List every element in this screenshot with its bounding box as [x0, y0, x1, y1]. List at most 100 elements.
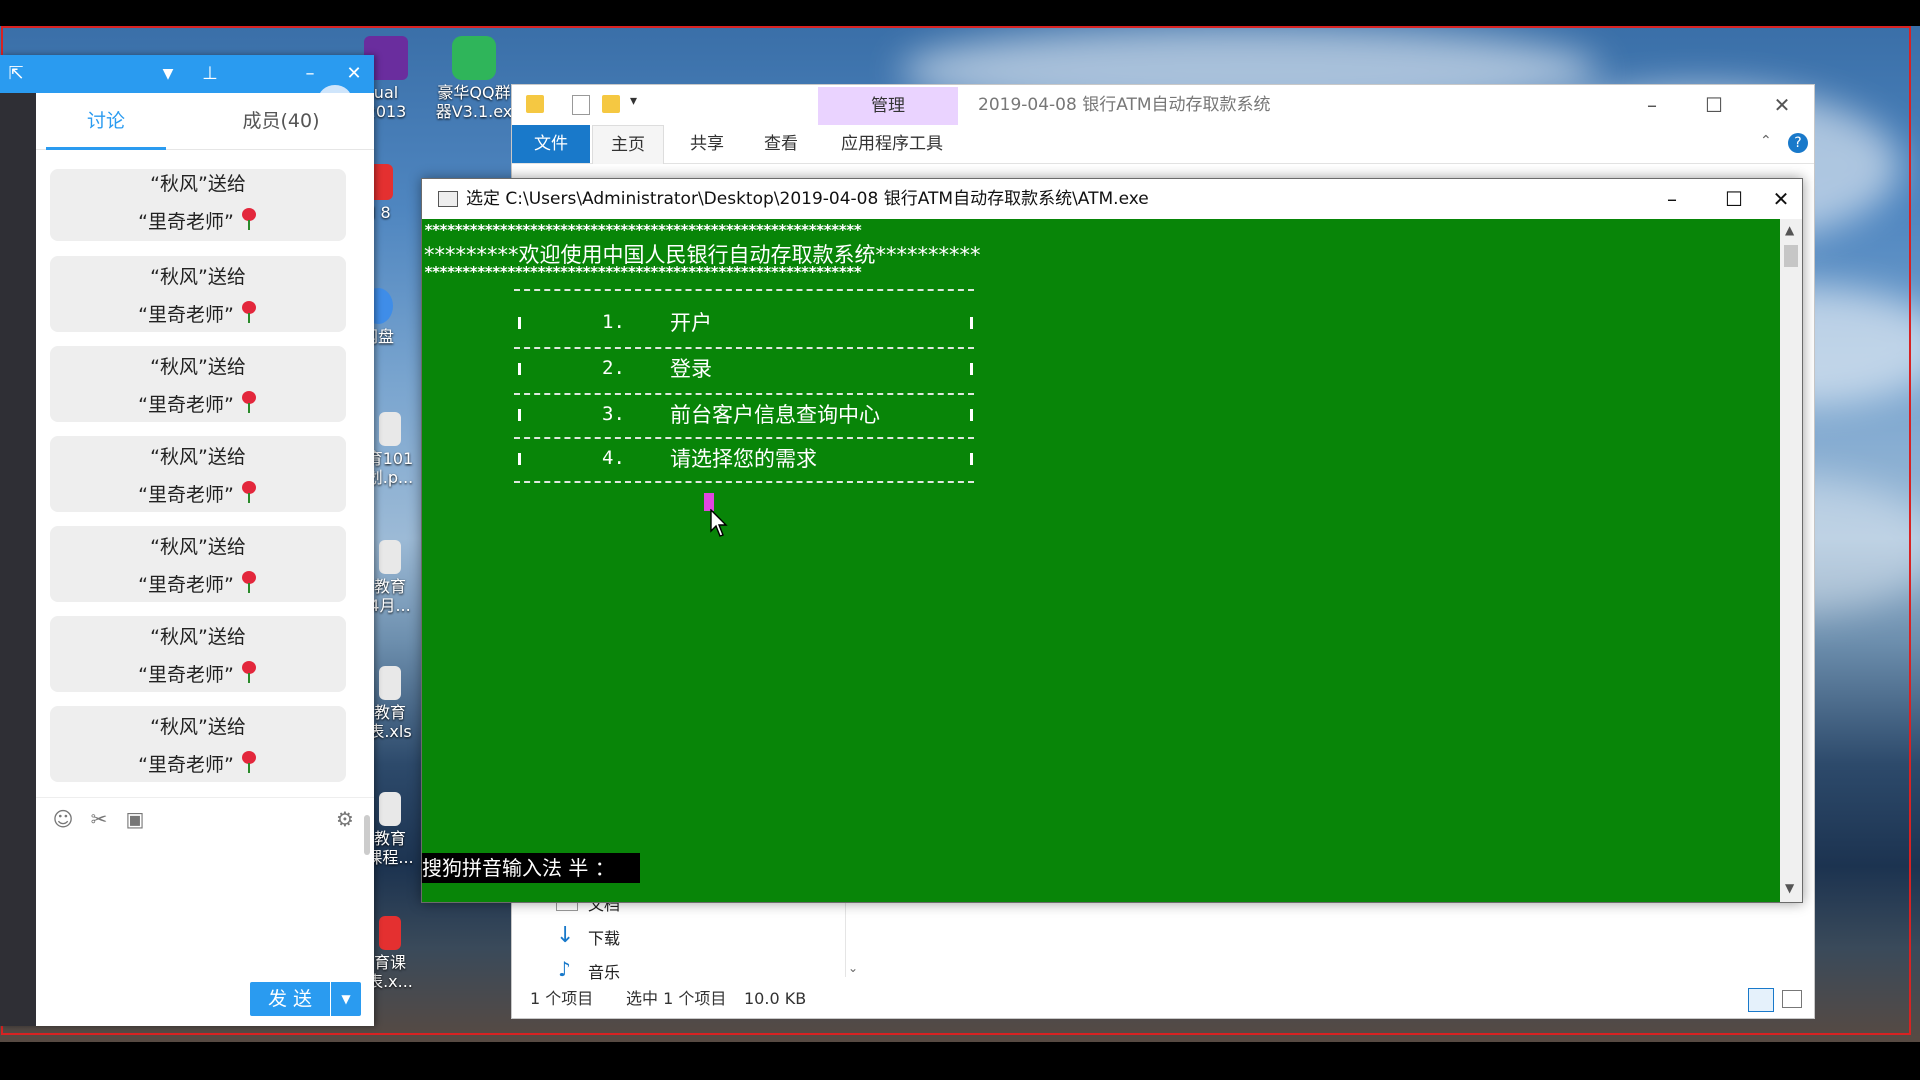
status-item-count: 1 个项目: [530, 989, 594, 1008]
large-icons-view-icon[interactable]: [1782, 990, 1802, 1008]
tab-share[interactable]: 共享: [672, 125, 742, 163]
file-icon: [379, 412, 401, 446]
status-selected: 选中 1 个项目: [626, 989, 727, 1008]
menu-border: [518, 363, 521, 375]
chat-toolbar: ☺ ✂ ▣ ⚙: [36, 797, 374, 842]
menu-border: [518, 409, 521, 421]
chat-titlebar: ⇱ ▼ ⊥ – ✕: [0, 55, 374, 93]
emoji-icon[interactable]: ☺: [50, 806, 76, 832]
console-title: 选定 C:\Users\Administrator\Desktop\2019-0…: [466, 189, 1149, 209]
help-icon[interactable]: ?: [1788, 133, 1808, 153]
menu-option-customer-info: 前台客户信息查询中心: [670, 403, 880, 427]
rose-icon: [240, 481, 258, 503]
ime-status-bar[interactable]: 搜狗拼音输入法 半 ：: [422, 853, 640, 883]
properties-icon[interactable]: [572, 95, 590, 115]
close-button[interactable]: ✕: [1752, 85, 1812, 125]
scroll-up-icon[interactable]: ▲: [1785, 223, 1794, 237]
chat-side-strip: [0, 93, 36, 1026]
tab-view[interactable]: 查看: [746, 125, 816, 163]
new-folder-icon[interactable]: [602, 95, 620, 113]
collapse-ribbon-chevron-icon[interactable]: ⌃: [1760, 133, 1772, 149]
rose-icon: [240, 661, 258, 683]
chat-message: “秋风”送给 “里奇老师”: [50, 346, 346, 422]
image-icon[interactable]: ▣: [122, 806, 148, 832]
chat-message: “秋风”送给 “里奇老师”: [50, 256, 346, 332]
folder-icon: [526, 95, 544, 113]
menu-number: 3.: [602, 403, 625, 425]
gear-icon[interactable]: ⚙: [332, 806, 358, 832]
group-chat-window: ⇱ ▼ ⊥ – ✕ 讨论 成员(40) “秋风”送给 “里奇老师” “秋风”送给…: [0, 55, 374, 1026]
scissors-icon[interactable]: ✂: [86, 806, 112, 832]
share-icon[interactable]: ⇱: [2, 55, 30, 93]
rose-icon: [240, 391, 258, 413]
chat-message: “秋风”送给 “里奇老师”: [50, 616, 346, 692]
menu-prompt: 请选择您的需求: [670, 447, 817, 471]
nav-scroll-down-icon[interactable]: ⌄: [848, 961, 858, 975]
tab-members[interactable]: 成员(40): [206, 93, 356, 149]
explorer-title: 2019-04-08 银行ATM自动存取款系统: [978, 95, 1271, 115]
file-icon: [379, 792, 401, 826]
quick-access-dropdown-icon[interactable]: ▾: [630, 93, 637, 109]
menu-number: 2.: [602, 357, 625, 379]
tab-file[interactable]: 文件: [512, 125, 590, 163]
rose-icon: [240, 571, 258, 593]
chat-message: “秋风”送给 “里奇老师”: [50, 436, 346, 512]
menu-option-open-account: 开户: [670, 311, 712, 335]
rose-icon: [240, 751, 258, 773]
send-button[interactable]: 发 送: [250, 982, 330, 1016]
minimize-button[interactable]: –: [1642, 179, 1702, 219]
console-scrollbar[interactable]: ▲ ▼: [1780, 219, 1802, 902]
menu-border: [970, 317, 973, 329]
rose-icon: [240, 208, 258, 230]
menu-border: [518, 453, 521, 465]
nav-pane-divider: [845, 901, 846, 977]
tab-manage[interactable]: 管理: [818, 87, 958, 125]
close-button[interactable]: ✕: [1766, 179, 1796, 219]
mouse-pointer-icon: [710, 509, 728, 537]
explorer-ribbon: 文件 主页 共享 查看 应用程序工具 ⌃ ?: [512, 125, 1814, 164]
qq-tool-icon: [452, 36, 496, 80]
minimize-button[interactable]: –: [296, 55, 324, 93]
menu-separator: [514, 481, 974, 483]
console-output[interactable]: ****************************************…: [422, 219, 1780, 902]
stars-line: ****************************************…: [424, 263, 862, 281]
menu-border: [970, 363, 973, 375]
menu-option-login: 登录: [670, 357, 712, 381]
send-options-chevron-icon[interactable]: ▼: [331, 982, 361, 1016]
maximize-button[interactable]: ☐: [1704, 179, 1764, 219]
minimize-button[interactable]: –: [1622, 85, 1682, 125]
desktop-icon-qq-group-tool[interactable]: 豪华QQ群 器V3.1.ex: [428, 36, 520, 121]
menu-border: [970, 453, 973, 465]
chat-message: “秋风”送给 “里奇老师”: [50, 526, 346, 602]
screen-bottom-bar: [0, 1042, 1920, 1080]
music-note-icon: ♪: [558, 957, 571, 981]
menu-separator: [514, 347, 974, 349]
scroll-down-icon[interactable]: ▼: [1785, 881, 1794, 895]
chat-message: “秋风”送给 “里奇老师”: [50, 706, 346, 782]
tab-application-tools[interactable]: 应用程序工具: [822, 125, 962, 163]
scrollbar-thumb[interactable]: [1784, 245, 1798, 267]
details-view-icon[interactable]: [1748, 988, 1774, 1012]
tab-home[interactable]: 主页: [592, 125, 664, 164]
file-icon: [379, 666, 401, 700]
file-icon: [379, 540, 401, 574]
atm-console-window: 选定 C:\Users\Administrator\Desktop\2019-0…: [421, 178, 1803, 903]
file-icon: [379, 916, 401, 950]
maximize-button[interactable]: ☐: [1684, 85, 1744, 125]
tab-discussion[interactable]: 讨论: [46, 93, 166, 150]
menu-separator: [514, 437, 974, 439]
explorer-titlebar: ▾ 管理 2019-04-08 银行ATM自动存取款系统 – ☐ ✕: [512, 85, 1814, 125]
nav-item-downloads[interactable]: 下载: [588, 925, 620, 949]
menu-border: [518, 317, 521, 329]
menu-number: 1.: [602, 311, 625, 333]
chevron-down-icon[interactable]: ▼: [154, 55, 182, 93]
menu-border: [970, 409, 973, 421]
download-arrow-icon: ↓: [556, 923, 575, 948]
pin-icon[interactable]: ⊥: [196, 55, 224, 93]
rose-icon: [240, 301, 258, 323]
console-app-icon: [438, 191, 458, 207]
explorer-status-bar: 1 个项目 选中 1 个项目 10.0 KB: [512, 980, 1814, 1018]
menu-separator: [514, 289, 974, 291]
chat-message: “秋风”送给 “里奇老师”: [50, 169, 346, 241]
console-titlebar: 选定 C:\Users\Administrator\Desktop\2019-0…: [422, 179, 1802, 219]
